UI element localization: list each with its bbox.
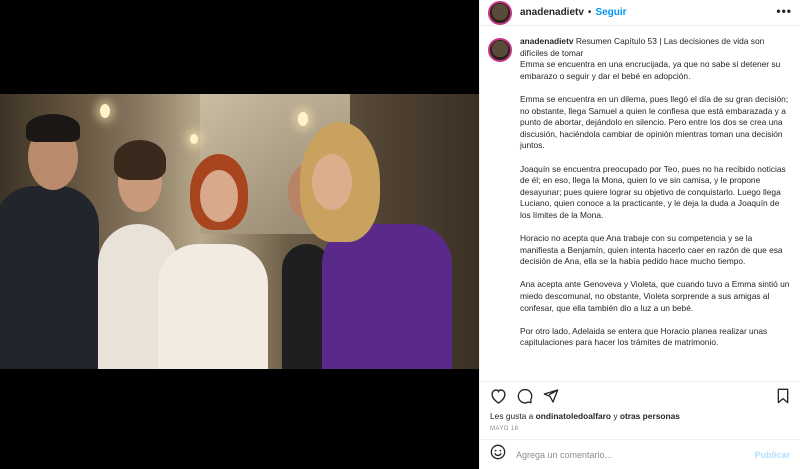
hair	[26, 114, 80, 142]
action-bar	[480, 381, 800, 409]
caption-text: anadenadietv Resumen Capítulo 53 | Las d…	[520, 36, 790, 381]
caption-avatar[interactable]	[488, 38, 512, 62]
liker-username[interactable]: ondinatoledoalfaro	[536, 411, 611, 421]
avatar[interactable]	[488, 0, 512, 25]
person-figure	[0, 186, 99, 369]
emoji-icon[interactable]	[490, 444, 506, 465]
share-icon[interactable]	[543, 388, 559, 404]
post-sidebar: anadenadietv • Seguir ••• anadenadietv R…	[479, 0, 800, 469]
caption-paragraph: Por otro lado, Adelaida se entera que Ho…	[520, 325, 770, 348]
person-figure	[322, 224, 452, 369]
comment-input[interactable]	[516, 449, 755, 460]
instagram-post: anadenadietv • Seguir ••• anadenadietv R…	[0, 0, 800, 469]
other-likers-link[interactable]: otras personas	[620, 411, 680, 421]
ceiling-lamp	[298, 112, 308, 126]
hair	[114, 140, 166, 180]
ceiling-lamp	[100, 104, 110, 118]
comment-icon[interactable]	[517, 388, 533, 404]
likes-summary: Les gusta a ondinatoledoalfaro y otras p…	[480, 409, 800, 423]
post-header: anadenadietv • Seguir •••	[480, 0, 800, 26]
comment-row: Publicar	[480, 439, 800, 469]
caption-area: anadenadietv Resumen Capítulo 53 | Las d…	[480, 26, 800, 381]
person-figure	[158, 244, 268, 369]
more-options-icon[interactable]: •••	[776, 4, 792, 18]
post-media[interactable]	[0, 0, 479, 469]
person-head	[312, 154, 352, 210]
follow-button[interactable]: Seguir	[595, 7, 626, 18]
ceiling-lamp	[190, 134, 198, 144]
caption-paragraph: anadenadietv Resumen Capítulo 53 | Las d…	[520, 36, 790, 82]
video-still	[0, 94, 479, 369]
caption-paragraph: Horacio no acepta que Ana trabaje con su…	[520, 233, 785, 267]
username-link[interactable]: anadenadietv	[520, 7, 584, 18]
bookmark-icon[interactable]	[776, 388, 790, 404]
heart-icon[interactable]	[490, 388, 507, 404]
person-head	[200, 170, 238, 222]
caption-paragraph: Joaquín se encuentra preocupado por Teo,…	[520, 163, 789, 220]
separator-dot: •	[587, 7, 592, 18]
caption-paragraph: Emma se encuentra en un dilema, pues lle…	[520, 93, 791, 151]
post-date[interactable]: MAYO 18	[480, 423, 800, 439]
likes-conjunction: y	[611, 411, 620, 421]
publish-button[interactable]: Publicar	[754, 450, 790, 460]
caption-username[interactable]: anadenadietv	[520, 36, 574, 46]
likes-prefix: Les gusta a	[490, 411, 536, 421]
caption-paragraph: Ana acepta ante Genoveva y Violeta, que …	[520, 279, 792, 313]
